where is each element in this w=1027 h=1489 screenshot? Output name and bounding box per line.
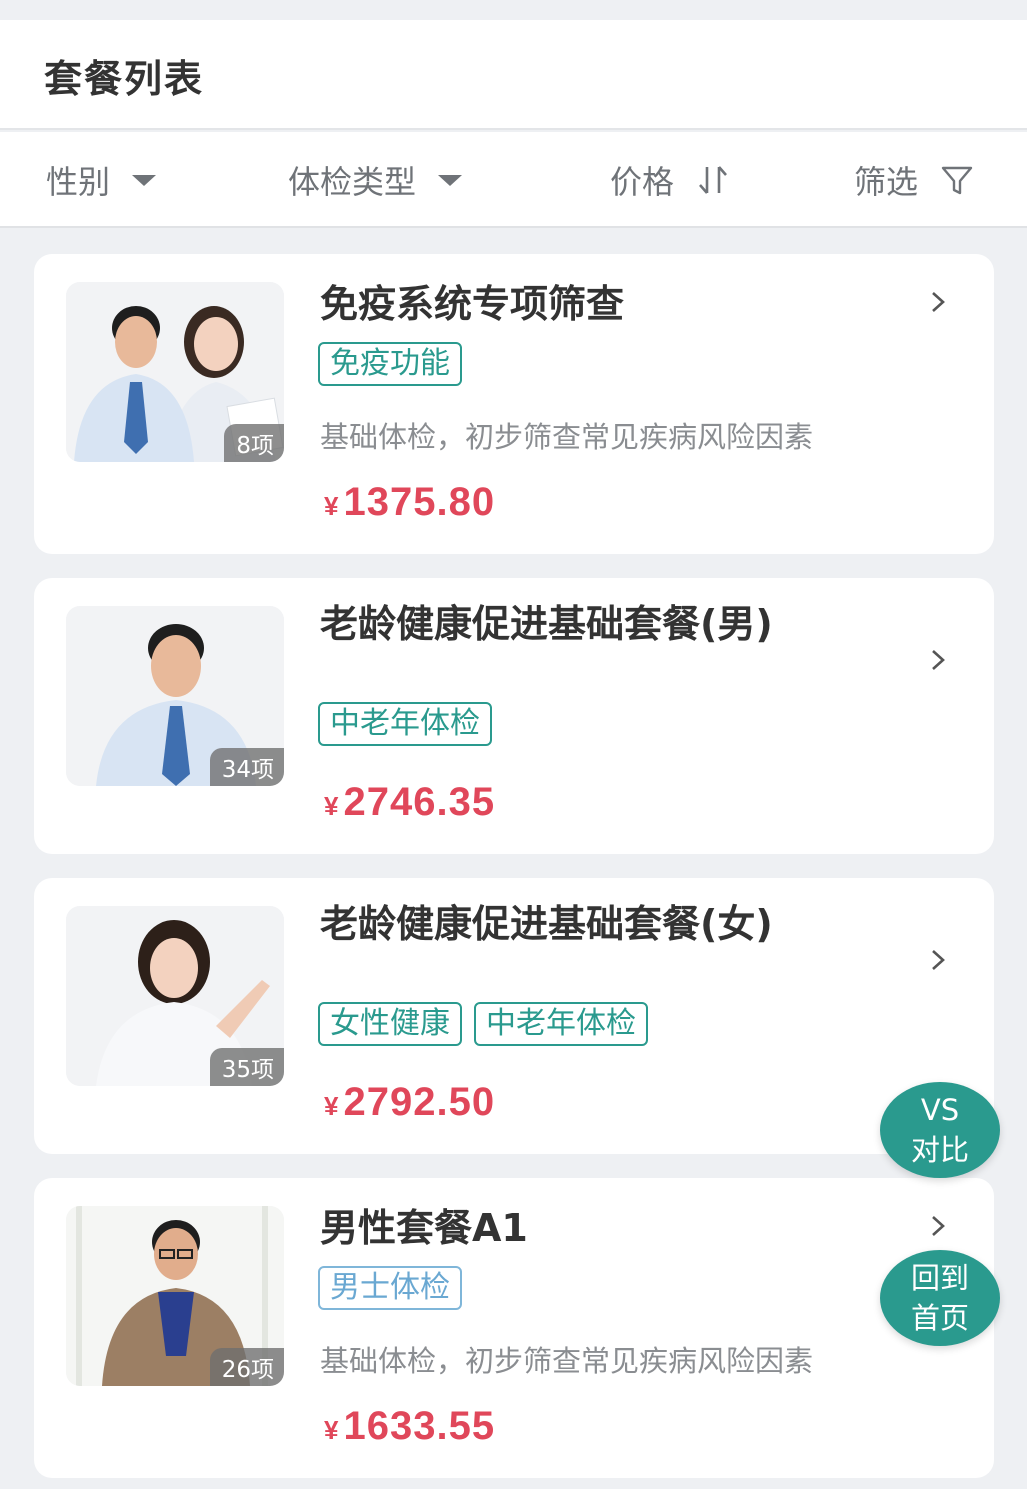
filter-exam-type-label: 体检类型 xyxy=(288,163,417,201)
package-tags: 免疫功能 xyxy=(318,342,462,386)
package-card[interactable]: 8项 免疫系统专项筛查 免疫功能 基础体检，初步筛查常见疾病风险因素 ¥1375… xyxy=(34,254,994,554)
package-price: ¥2792.50 xyxy=(324,1080,495,1125)
package-tag: 中老年体检 xyxy=(318,702,492,746)
chevron-right-icon xyxy=(932,292,945,312)
price-value: 2792.50 xyxy=(343,1080,496,1124)
page-title: 套餐列表 xyxy=(44,57,205,101)
package-photo: 35项 xyxy=(66,906,284,1086)
item-count-badge: 35项 xyxy=(209,1048,284,1086)
package-card[interactable]: 26项 男性套餐A1 男士体检 基础体检，初步筛查常见疾病风险因素 ¥1633.… xyxy=(34,1178,994,1478)
package-photo: 34项 xyxy=(66,606,284,786)
package-photo: 26项 xyxy=(66,1206,284,1386)
package-title: 男性套餐A1 xyxy=(320,1206,528,1250)
filter-price-label: 价格 xyxy=(610,163,675,201)
package-card[interactable]: 35项 老龄健康促进基础套餐(女) 女性健康 中老年体检 ¥2792.50 xyxy=(34,878,994,1154)
filter-price[interactable]: 价格 xyxy=(610,132,730,228)
chevron-right-icon xyxy=(932,650,945,670)
compare-line1: VS xyxy=(920,1093,960,1127)
currency-symbol: ¥ xyxy=(324,1091,340,1121)
filter-bar: 性别 体检类型 价格 筛选 xyxy=(0,132,1027,228)
package-tags: 男士体检 xyxy=(318,1266,462,1310)
back-home-button[interactable]: 回到 首页 xyxy=(880,1250,1000,1346)
filter-gender-label: 性别 xyxy=(46,163,111,201)
package-description: 基础体检，初步筛查常见疾病风险因素 xyxy=(320,420,814,454)
package-description: 基础体检，初步筛查常见疾病风险因素 xyxy=(320,1344,814,1378)
filter-more-label: 筛选 xyxy=(854,163,919,201)
package-tag: 男士体检 xyxy=(318,1266,462,1310)
caret-down-icon xyxy=(132,174,157,186)
package-title: 免疫系统专项筛查 xyxy=(320,282,625,326)
filter-gender[interactable]: 性别 xyxy=(46,132,157,228)
package-photo: 8项 xyxy=(66,282,284,462)
package-tags: 中老年体检 xyxy=(318,702,492,746)
filter-exam-type[interactable]: 体检类型 xyxy=(288,132,463,228)
item-count-badge: 26项 xyxy=(209,1348,284,1386)
compare-line2: 对比 xyxy=(910,1133,969,1167)
package-tag: 女性健康 xyxy=(318,1002,462,1046)
package-tag: 中老年体检 xyxy=(474,1002,648,1046)
package-tags: 女性健康 中老年体检 xyxy=(318,1002,648,1046)
package-list-page: 套餐列表 性别 体检类型 价格 筛选 8项 免疫系统专项筛查 免疫功能 基础体检… xyxy=(0,0,1027,1489)
package-price: ¥2746.35 xyxy=(324,780,495,825)
funnel-icon xyxy=(940,163,974,197)
currency-symbol: ¥ xyxy=(324,1415,340,1445)
page-header: 套餐列表 xyxy=(0,20,1027,130)
home-line2: 首页 xyxy=(910,1301,969,1335)
item-count-badge: 8项 xyxy=(224,424,284,462)
sort-icon xyxy=(696,163,730,197)
currency-symbol: ¥ xyxy=(324,491,340,521)
price-value: 1375.80 xyxy=(343,480,496,524)
home-line1: 回到 xyxy=(910,1261,969,1295)
compare-button[interactable]: VS 对比 xyxy=(880,1082,1000,1178)
package-price: ¥1633.55 xyxy=(324,1404,495,1449)
price-value: 2746.35 xyxy=(343,780,496,824)
package-title: 老龄健康促进基础套餐(女) xyxy=(320,902,773,946)
package-title: 老龄健康促进基础套餐(男) xyxy=(320,602,773,646)
chevron-right-icon xyxy=(932,1216,945,1236)
chevron-right-icon xyxy=(932,950,945,970)
package-tag: 免疫功能 xyxy=(318,342,462,386)
currency-symbol: ¥ xyxy=(324,791,340,821)
filter-more[interactable]: 筛选 xyxy=(854,132,974,228)
package-price: ¥1375.80 xyxy=(324,480,495,525)
caret-down-icon xyxy=(438,174,463,186)
package-card[interactable]: 34项 老龄健康促进基础套餐(男) 中老年体检 ¥2746.35 xyxy=(34,578,994,854)
price-value: 1633.55 xyxy=(343,1404,496,1448)
item-count-badge: 34项 xyxy=(209,748,284,786)
